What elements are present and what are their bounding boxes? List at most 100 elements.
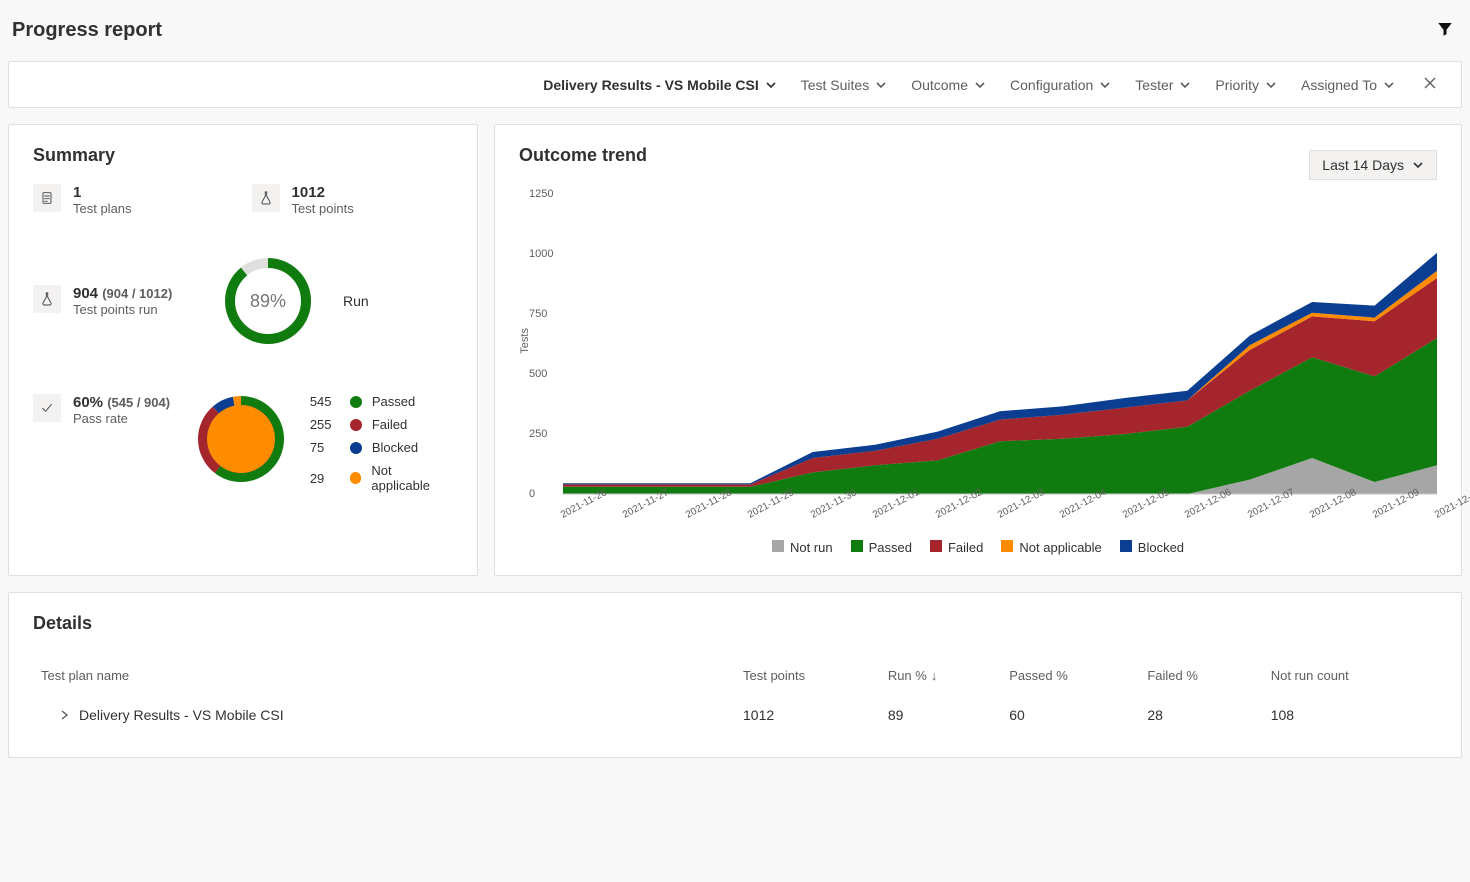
legend-swatch	[930, 540, 942, 552]
summary-heading: Summary	[33, 145, 453, 166]
column-header[interactable]: Test plan name	[33, 658, 735, 693]
legend-dot	[350, 419, 362, 431]
chevron-down-icon	[875, 79, 887, 91]
stat-pass-sub: (545 / 904)	[107, 395, 170, 410]
outcome-legend: 545 Passed 255 Failed 75 Blocked 29 Not app…	[310, 394, 453, 493]
trend-legend-item: Not applicable	[1001, 540, 1101, 555]
flask-icon	[33, 285, 61, 313]
legend-swatch	[851, 540, 863, 552]
page-title: Progress report	[12, 19, 162, 42]
chevron-down-icon	[1179, 79, 1191, 91]
stat-pass-label: Pass rate	[73, 411, 170, 426]
column-header[interactable]: Test points	[735, 658, 880, 693]
column-header[interactable]: Run %↓	[880, 658, 1001, 693]
column-header[interactable]: Failed %	[1139, 658, 1262, 693]
stat-run-value: 904 (904 / 1012)	[73, 285, 172, 302]
legend-label: Passed	[372, 394, 415, 409]
trend-legend: Not runPassedFailedNot applicableBlocked	[519, 540, 1437, 555]
legend-label: Not applicable	[371, 463, 453, 493]
trend-range-label: Last 14 Days	[1322, 157, 1404, 173]
cell-run: 89	[880, 693, 1001, 737]
legend-dot	[350, 472, 362, 484]
cell-notrun: 108	[1263, 693, 1437, 737]
trend-chart: Tests 025050075010001250 2021-11-262021-…	[519, 194, 1437, 534]
legend-item: 75 Blocked	[310, 440, 453, 455]
legend-count: 255	[310, 417, 340, 432]
clear-filters-button[interactable]	[1419, 74, 1441, 95]
trend-legend-item: Failed	[930, 540, 983, 555]
expand-row-button[interactable]: Delivery Results - VS Mobile CSI	[41, 707, 284, 723]
chevron-down-icon	[1099, 79, 1111, 91]
chevron-down-icon	[974, 79, 986, 91]
trend-legend-item: Not run	[772, 540, 833, 555]
chevron-down-icon	[765, 79, 777, 91]
filter-label: Assigned To	[1301, 77, 1377, 93]
trend-y-axis-label: Tests	[519, 328, 531, 354]
stat-test-plans-value: 1	[73, 184, 132, 201]
filter-assigned-to[interactable]: Assigned To	[1301, 77, 1395, 93]
cell-failed: 28	[1139, 693, 1262, 737]
y-tick: 1000	[529, 248, 553, 260]
legend-item: 545 Passed	[310, 394, 453, 409]
y-tick: 0	[529, 488, 535, 500]
cell-passed: 60	[1001, 693, 1139, 737]
legend-swatch	[1001, 540, 1013, 552]
filter-bar: Delivery Results - VS Mobile CSI Test Su…	[8, 61, 1462, 108]
legend-swatch	[1120, 540, 1132, 552]
chevron-down-icon	[1383, 79, 1395, 91]
details-table: Test plan nameTest pointsRun %↓Passed %F…	[33, 658, 1437, 737]
run-progress-ring: 89%	[223, 256, 313, 346]
stat-test-plans: 1 Test plans	[33, 184, 132, 216]
chevron-down-icon	[1412, 159, 1424, 171]
close-icon	[1423, 76, 1437, 90]
legend-item: 255 Failed	[310, 417, 453, 432]
trend-heading: Outcome trend	[519, 145, 647, 166]
table-row[interactable]: Delivery Results - VS Mobile CSI 1012 89…	[33, 693, 1437, 737]
legend-dot	[350, 396, 362, 408]
filter-label: Tester	[1135, 77, 1173, 93]
legend-count: 29	[310, 471, 340, 486]
legend-swatch	[772, 540, 784, 552]
filter-label: Outcome	[911, 77, 968, 93]
details-card: Details Test plan nameTest pointsRun %↓P…	[8, 592, 1462, 758]
chevron-down-icon	[1265, 79, 1277, 91]
filter-test-plan[interactable]: Delivery Results - VS Mobile CSI	[543, 77, 777, 93]
details-heading: Details	[33, 613, 1437, 634]
sort-arrow-down-icon: ↓	[931, 668, 938, 683]
outcome-donut	[196, 394, 286, 484]
stat-pass-rate: 60% (545 / 904) Pass rate	[33, 394, 172, 426]
y-tick: 750	[529, 308, 547, 320]
legend-label: Failed	[372, 417, 407, 432]
clipboard-icon	[33, 184, 61, 212]
y-tick: 1250	[529, 188, 553, 200]
stat-run-label: Test points run	[73, 302, 172, 317]
stat-test-points-value: 1012	[292, 184, 354, 201]
x-tick: 2021-12-10	[1433, 487, 1470, 521]
column-header[interactable]: Passed %	[1001, 658, 1139, 693]
filter-test-suites[interactable]: Test Suites	[801, 77, 887, 93]
flask-icon	[252, 184, 280, 212]
legend-count: 545	[310, 394, 340, 409]
stat-test-points: 1012 Test points	[252, 184, 354, 216]
stat-pass-value: 60% (545 / 904)	[73, 394, 170, 411]
filter-label: Priority	[1215, 77, 1259, 93]
trend-card: Outcome trend Last 14 Days Tests 0250500…	[494, 124, 1462, 576]
filter-test-plan-label: Delivery Results - VS Mobile CSI	[543, 77, 759, 93]
legend-dot	[350, 442, 362, 454]
stat-test-plans-label: Test plans	[73, 201, 132, 216]
column-header[interactable]: Not run count	[1263, 658, 1437, 693]
trend-range-dropdown[interactable]: Last 14 Days	[1309, 150, 1437, 180]
legend-label: Blocked	[372, 440, 418, 455]
filter-outcome[interactable]: Outcome	[911, 77, 986, 93]
summary-card: Summary 1 Test plans 1012 Test points	[8, 124, 478, 576]
filter-tester[interactable]: Tester	[1135, 77, 1191, 93]
stat-run: 904 (904 / 1012) Test points run	[33, 285, 193, 317]
y-tick: 250	[529, 428, 547, 440]
filter-configuration[interactable]: Configuration	[1010, 77, 1111, 93]
chevron-right-icon	[59, 710, 69, 720]
trend-legend-item: Passed	[851, 540, 912, 555]
cell-points: 1012	[735, 693, 880, 737]
legend-count: 75	[310, 440, 340, 455]
filter-toggle-button[interactable]	[1432, 16, 1458, 45]
filter-priority[interactable]: Priority	[1215, 77, 1277, 93]
